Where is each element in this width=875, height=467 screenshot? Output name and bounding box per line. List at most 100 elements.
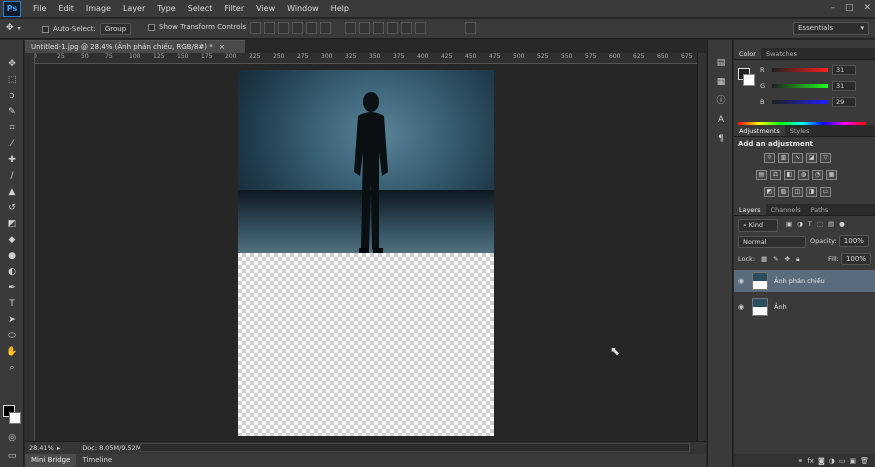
filter-adjustment-icon[interactable]: ◑: [797, 220, 803, 228]
tab-timeline[interactable]: Timeline: [76, 454, 118, 467]
lock-all-icon[interactable]: 🔒︎: [796, 255, 799, 264]
eye-icon[interactable]: ◉: [734, 277, 748, 285]
distribute-hcenter-icon[interactable]: [401, 22, 412, 34]
blue-slider[interactable]: [772, 100, 828, 104]
quick-select-tool-icon[interactable]: ✎: [4, 105, 20, 120]
close-button[interactable]: ✕: [863, 3, 871, 13]
paint-bucket-tool-icon[interactable]: ◆: [4, 233, 20, 248]
crop-tool-icon[interactable]: ⌗: [4, 121, 20, 136]
info-panel-icon[interactable]: ⓘ: [713, 94, 729, 109]
path-select-tool-icon[interactable]: ➤: [4, 313, 20, 328]
lasso-tool-icon[interactable]: ↄ: [4, 89, 20, 104]
healing-brush-tool-icon[interactable]: ✚: [4, 153, 20, 168]
layer-name[interactable]: Ảnh phản chiếu: [774, 277, 825, 285]
filter-pixel-icon[interactable]: ▣: [786, 220, 792, 228]
pen-tool-icon[interactable]: ✒: [4, 281, 20, 296]
lock-paint-icon[interactable]: ✎: [773, 255, 778, 264]
menu-view[interactable]: View: [250, 4, 281, 13]
distribute-top-icon[interactable]: [345, 22, 356, 34]
menu-filter[interactable]: Filter: [218, 4, 250, 13]
auto-select-checkbox[interactable]: [42, 25, 49, 33]
gradient-map-icon[interactable]: ▭: [820, 187, 831, 197]
tab-layers[interactable]: Layers: [734, 204, 766, 215]
vertical-scrollbar[interactable]: [697, 53, 706, 441]
lock-transparent-icon[interactable]: ▦: [761, 255, 767, 264]
layer-row[interactable]: ◉ Ảnh phản chiếu: [734, 270, 875, 292]
tab-channels[interactable]: Channels: [766, 204, 806, 215]
black-white-icon[interactable]: ◧: [784, 170, 795, 180]
properties-panel-icon[interactable]: ▦: [713, 75, 729, 90]
blend-mode-dropdown[interactable]: Normal: [738, 236, 806, 248]
hand-tool-icon[interactable]: ✋: [4, 345, 20, 360]
new-layer-icon[interactable]: ▣: [849, 457, 856, 465]
layer-name[interactable]: Ảnh: [774, 303, 787, 311]
canvas-area[interactable]: ⬉: [35, 64, 697, 441]
maximize-button[interactable]: □: [845, 3, 854, 13]
layer-row[interactable]: ◉ Ảnh: [734, 296, 875, 318]
tab-paths[interactable]: Paths: [806, 204, 834, 215]
menu-image[interactable]: Image: [80, 4, 117, 13]
red-slider[interactable]: [772, 68, 828, 72]
threshold-icon[interactable]: ◫: [792, 187, 803, 197]
align-hcenter-icon[interactable]: [306, 22, 317, 34]
shape-tool-icon[interactable]: ⬭: [4, 329, 20, 344]
blue-value[interactable]: 29: [832, 97, 856, 107]
history-brush-tool-icon[interactable]: ↺: [4, 201, 20, 216]
menu-window[interactable]: Window: [281, 4, 325, 13]
workspace-dropdown[interactable]: Essentials ▾: [793, 22, 869, 35]
brush-tool-icon[interactable]: ∕: [4, 169, 20, 184]
tab-color[interactable]: Color: [734, 48, 761, 59]
tab-mini-bridge[interactable]: Mini Bridge: [25, 454, 77, 467]
align-vcenter-icon[interactable]: [264, 22, 275, 34]
quick-mask-icon[interactable]: ◎: [4, 431, 20, 446]
menu-file[interactable]: File: [27, 4, 52, 13]
invert-icon[interactable]: ◩: [764, 187, 775, 197]
marquee-tool-icon[interactable]: ⬚: [4, 73, 20, 88]
clone-stamp-tool-icon[interactable]: ▲: [4, 185, 20, 200]
document-tab[interactable]: Untitled-1.jpg @ 28.4% (Ảnh phản chiếu, …: [25, 40, 245, 53]
color-balance-icon[interactable]: ⚖: [770, 170, 781, 180]
auto-align-icon[interactable]: [465, 22, 476, 34]
tab-adjustments[interactable]: Adjustments: [734, 125, 785, 136]
align-left-icon[interactable]: [292, 22, 303, 34]
photo-filter-icon[interactable]: ◍: [798, 170, 809, 180]
document-canvas[interactable]: [238, 70, 494, 436]
fill-input[interactable]: 100%: [840, 253, 871, 265]
posterize-icon[interactable]: ▨: [778, 187, 789, 197]
filter-toggle-icon[interactable]: ●: [839, 220, 845, 228]
distribute-left-icon[interactable]: [387, 22, 398, 34]
levels-icon[interactable]: ▥: [778, 153, 789, 163]
exposure-icon[interactable]: ◪: [806, 153, 817, 163]
menu-edit[interactable]: Edit: [52, 4, 80, 13]
green-value[interactable]: 31: [832, 81, 856, 91]
filter-smart-icon[interactable]: ▤: [828, 220, 834, 228]
green-slider[interactable]: [772, 84, 828, 88]
minimize-button[interactable]: –: [830, 3, 835, 13]
curves-icon[interactable]: ∿: [792, 153, 803, 163]
new-group-icon[interactable]: ▭: [839, 457, 846, 465]
trash-icon[interactable]: 🗑︎: [860, 457, 869, 465]
eyedropper-tool-icon[interactable]: ⁄: [4, 137, 20, 152]
eraser-tool-icon[interactable]: ◩: [4, 217, 20, 232]
distribute-right-icon[interactable]: [415, 22, 426, 34]
background-color[interactable]: [9, 412, 21, 424]
opacity-input[interactable]: 100%: [838, 235, 869, 247]
screen-mode-icon[interactable]: ▭: [4, 449, 20, 464]
red-value[interactable]: 31: [832, 65, 856, 75]
character-panel-icon[interactable]: A: [713, 113, 729, 128]
menu-layer[interactable]: Layer: [117, 4, 151, 13]
lock-position-icon[interactable]: ✥: [785, 255, 790, 264]
filter-shape-icon[interactable]: ⬚: [817, 220, 823, 228]
fg-bg-colors[interactable]: [3, 405, 23, 425]
layer-filter-dropdown[interactable]: ⌕ Kind: [738, 219, 778, 232]
add-mask-icon[interactable]: ◙: [818, 457, 825, 465]
distribute-bottom-icon[interactable]: [373, 22, 384, 34]
align-top-icon[interactable]: [250, 22, 261, 34]
brightness-contrast-icon[interactable]: ☼: [764, 153, 775, 163]
link-layers-icon[interactable]: ⚭: [797, 457, 803, 465]
type-tool-icon[interactable]: T: [4, 297, 20, 312]
filter-type-icon[interactable]: T: [808, 220, 812, 228]
dodge-tool-icon[interactable]: ◐: [4, 265, 20, 280]
distribute-vcenter-icon[interactable]: [359, 22, 370, 34]
move-tool-preset[interactable]: ✥ ▾: [6, 23, 21, 33]
